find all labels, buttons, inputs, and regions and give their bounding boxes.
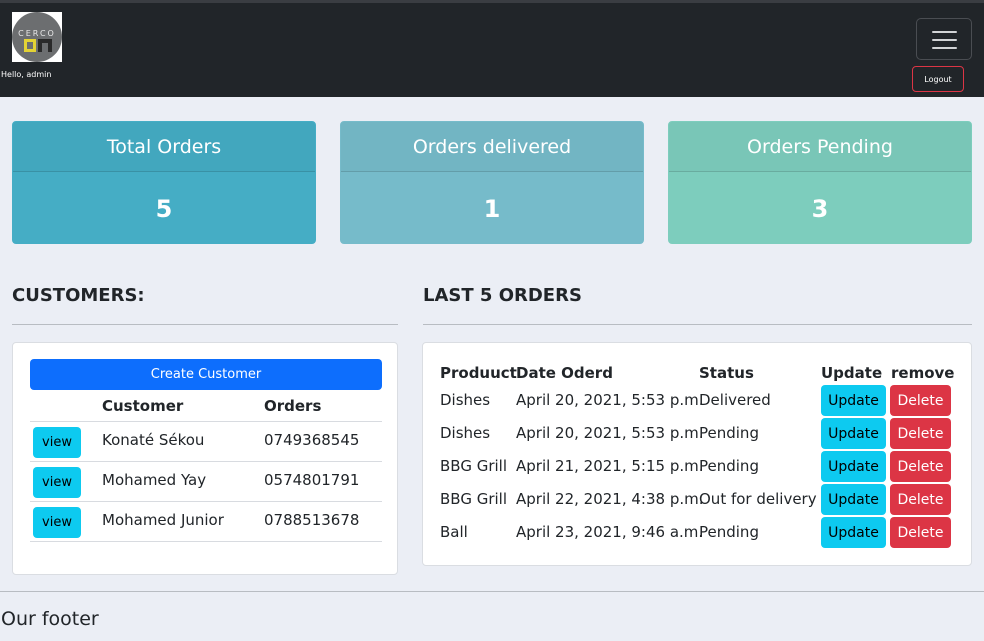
order-date: April 20, 2021, 5:53 p.m. bbox=[516, 424, 704, 442]
order-product: BBG Grill bbox=[440, 490, 508, 508]
customer-orders: 0788513678 bbox=[264, 511, 360, 529]
customer-orders: 0749368545 bbox=[264, 431, 360, 449]
logout-button[interactable]: Logout bbox=[912, 66, 964, 92]
stat-card-orders-delivered: Orders delivered 1 bbox=[340, 121, 644, 244]
column-header-orders: Orders bbox=[264, 397, 322, 415]
view-button[interactable]: view bbox=[33, 427, 81, 458]
customer-name: Mohamed Junior bbox=[102, 511, 224, 529]
order-date: April 20, 2021, 5:53 p.m. bbox=[516, 391, 704, 409]
customers-card: Create Customer Customer Orders view Kon… bbox=[12, 342, 398, 575]
delete-button[interactable]: Delete bbox=[890, 517, 951, 548]
order-date: April 22, 2021, 4:38 p.m. bbox=[516, 490, 704, 508]
divider bbox=[12, 324, 398, 325]
navbar: CERCO Hello, admin Logout bbox=[0, 0, 984, 97]
greeting-text: Hello, admin bbox=[1, 70, 52, 79]
column-header-remove: remove bbox=[891, 364, 955, 382]
footer-divider bbox=[0, 591, 984, 592]
hamburger-icon-bar bbox=[932, 39, 957, 41]
stat-title: Orders Pending bbox=[669, 122, 971, 172]
column-header-date: Date Oderd bbox=[516, 364, 613, 382]
order-status: Delivered bbox=[699, 391, 771, 409]
menu-toggle-button[interactable] bbox=[916, 18, 972, 60]
update-button[interactable]: Update bbox=[821, 517, 886, 548]
update-button[interactable]: Update bbox=[821, 451, 886, 482]
order-product: Dishes bbox=[440, 391, 491, 409]
stat-card-orders-pending: Orders Pending 3 bbox=[668, 121, 972, 244]
divider bbox=[423, 324, 972, 325]
create-customer-button[interactable]: Create Customer bbox=[30, 359, 382, 390]
stat-card-total-orders: Total Orders 5 bbox=[12, 121, 316, 244]
svg-text:CERCO: CERCO bbox=[18, 29, 56, 38]
customers-heading: CUSTOMERS: bbox=[12, 285, 145, 306]
stat-value: 3 bbox=[811, 194, 829, 223]
customers-table-header: Customer Orders bbox=[30, 395, 382, 422]
logo: CERCO bbox=[12, 12, 62, 62]
order-product: Dishes bbox=[440, 424, 491, 442]
table-row: view Konaté Sékou 0749368545 bbox=[30, 422, 382, 462]
customer-name: Konaté Sékou bbox=[102, 431, 205, 449]
hamburger-icon bbox=[932, 31, 957, 33]
orders-heading: LAST 5 ORDERS bbox=[423, 285, 582, 306]
table-row: Dishes April 20, 2021, 5:53 p.m. Pending… bbox=[423, 418, 971, 451]
table-row: BBG Grill April 21, 2021, 5:15 p.m. Pend… bbox=[423, 451, 971, 484]
view-button[interactable]: view bbox=[33, 467, 81, 498]
order-product: Ball bbox=[440, 523, 468, 541]
order-product: BBG Grill bbox=[440, 457, 508, 475]
footer-text: Our footer bbox=[1, 608, 99, 630]
order-status: Pending bbox=[699, 424, 759, 442]
delete-button[interactable]: Delete bbox=[890, 385, 951, 416]
column-header-customer: Customer bbox=[102, 397, 184, 415]
table-row: BBG Grill April 22, 2021, 4:38 p.m. Out … bbox=[423, 484, 971, 517]
update-button[interactable]: Update bbox=[821, 385, 886, 416]
column-header-update: Update bbox=[821, 364, 883, 382]
order-date: April 23, 2021, 9:46 a.m. bbox=[516, 523, 704, 541]
hamburger-icon-bar bbox=[932, 47, 957, 49]
column-header-product: Produuct bbox=[440, 364, 517, 382]
table-row: Dishes April 20, 2021, 5:53 p.m. Deliver… bbox=[423, 385, 971, 418]
stat-title: Total Orders bbox=[13, 122, 315, 172]
stat-title: Orders delivered bbox=[341, 122, 643, 172]
order-status: Pending bbox=[699, 457, 759, 475]
stat-value: 1 bbox=[483, 194, 501, 223]
order-date: April 21, 2021, 5:15 p.m. bbox=[516, 457, 704, 475]
orders-card: Produuct Date Oderd Status Update remove… bbox=[422, 342, 972, 566]
delete-button[interactable]: Delete bbox=[890, 484, 951, 515]
column-header-status: Status bbox=[699, 364, 754, 382]
table-row: view Mohamed Junior 0788513678 bbox=[30, 502, 382, 542]
update-button[interactable]: Update bbox=[821, 484, 886, 515]
view-button[interactable]: view bbox=[33, 507, 81, 538]
delete-button[interactable]: Delete bbox=[890, 418, 951, 449]
order-status: Pending bbox=[699, 523, 759, 541]
stat-value: 5 bbox=[155, 194, 173, 223]
table-row: Ball April 23, 2021, 9:46 a.m. Pending U… bbox=[423, 517, 971, 550]
order-status: Out for delivery bbox=[699, 490, 817, 508]
table-row: view Mohamed Yay 0574801791 bbox=[30, 462, 382, 502]
delete-button[interactable]: Delete bbox=[890, 451, 951, 482]
customer-orders: 0574801791 bbox=[264, 471, 360, 489]
update-button[interactable]: Update bbox=[821, 418, 886, 449]
customer-name: Mohamed Yay bbox=[102, 471, 207, 489]
